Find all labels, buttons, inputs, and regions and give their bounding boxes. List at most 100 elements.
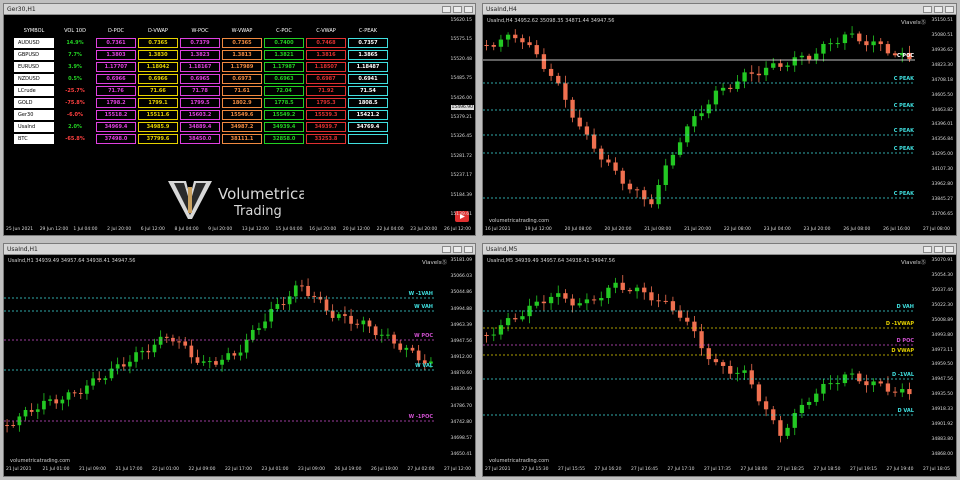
time-label: 27 Jul 02:00 [407, 467, 435, 472]
symbol-cell[interactable]: UsaInd [14, 122, 54, 132]
level-label: C PEAK [893, 76, 914, 82]
candle [410, 347, 415, 351]
candle [330, 310, 335, 318]
price-label: 35037.40 [931, 287, 953, 293]
chart-area[interactable]: SYMBOL VOL 10D D-POC D-VWAP W-POC W-VWAP C-POC… [4, 15, 475, 235]
level-cell: 0.6963 [264, 74, 304, 84]
candle [763, 67, 769, 76]
time-label: 27 Jul 08:00 [923, 227, 950, 232]
chart-area[interactable]: UsaInd,H1 34939.49 34957.64 34938.41 349… [4, 255, 475, 476]
candle [835, 43, 840, 45]
window-titlebar[interactable]: UsaInd,H4 [483, 4, 956, 15]
minimize-button[interactable] [442, 5, 451, 13]
time-label: 27 Jul 16:20 [594, 467, 622, 472]
candle [207, 361, 212, 363]
time-label: 22 Jul 09:00 [188, 467, 216, 472]
table-header: D-POC [107, 27, 125, 34]
candle [520, 38, 525, 43]
time-label: 27 Jul 17:35 [704, 467, 731, 472]
candle [663, 165, 668, 185]
price-label: 34742.80 [450, 419, 472, 425]
candle [513, 34, 518, 39]
candle [238, 352, 243, 356]
level-cell: 1802.9 [222, 98, 262, 108]
candle [857, 33, 862, 42]
time-label: 23 Jul 20:00 [410, 227, 438, 232]
time-label: 27 Jul 18:50 [813, 467, 841, 472]
minimize-button[interactable] [923, 245, 932, 253]
candle [195, 357, 200, 363]
level-cell: 38111.1 [222, 134, 262, 144]
table-row: AUDUSD 14.9% 0.7361 0.7365 0.7379 0.7365 0.740… [14, 38, 388, 48]
window-titlebar[interactable]: UsaInd,H1 [4, 244, 475, 255]
volume-cell: -25.7% [65, 88, 85, 94]
chart-window-usaind-h4[interactable]: UsaInd,H4 UsaInd,H4 34952.62 35098.35 34… [482, 3, 957, 236]
level-cell: 1.18487 [348, 62, 388, 72]
level-cell: 37799.6 [138, 134, 178, 144]
candle [548, 68, 554, 76]
symbol-cell[interactable]: EURUSD [14, 62, 54, 72]
current-price-tag: 15496.90 [450, 105, 474, 110]
symbol-cell[interactable]: NZDUSD [14, 74, 54, 84]
minimize-button[interactable] [923, 5, 932, 13]
price-label: 15326.45 [450, 134, 472, 140]
candle [849, 33, 855, 35]
candlestick-chart[interactable] [483, 255, 915, 465]
price-label: 34973.11 [931, 347, 953, 353]
chart-area[interactable]: UsaInd,H4 34952.62 35098.35 34871.44 349… [483, 15, 956, 235]
candle [634, 287, 640, 292]
candle [287, 296, 292, 305]
close-button[interactable] [464, 245, 473, 253]
price-label: 34935.50 [931, 392, 953, 398]
candle [642, 287, 647, 293]
price-label: 15139.61 [450, 212, 472, 217]
chart-window-usaind-h1[interactable]: UsaInd,H1 UsaInd,H1 34939.49 34957.64 34… [3, 243, 476, 477]
close-button[interactable] [464, 5, 473, 13]
symbol-cell[interactable]: BTC [14, 134, 54, 144]
table-row: BTC -65.8% 37498.0 37799.6 38450.0 38111.1 328… [14, 134, 388, 144]
level-label: W VAL [415, 363, 433, 369]
maximize-button[interactable] [934, 245, 943, 253]
window-titlebar[interactable]: Ger30,H1 [4, 4, 475, 15]
candle [713, 359, 719, 363]
symbol-cell[interactable]: LCrude [14, 86, 54, 96]
viavels-label: ViavelsⓈ [901, 20, 927, 26]
candlestick-chart[interactable] [483, 15, 915, 225]
candle [821, 43, 826, 54]
price-label: 34947.56 [450, 338, 472, 344]
table-row: NZDUSD 0.5% 0.6966 0.6966 0.6965 0.6973 0.6963… [14, 74, 388, 84]
symbol-cell[interactable]: GBPUSD [14, 50, 54, 60]
candle [275, 304, 280, 309]
close-button[interactable] [945, 245, 954, 253]
candle [152, 344, 157, 353]
chart-window-usaind-m5[interactable]: UsaInd,M5 UsaInd,M5 34939.49 34957.64 34… [482, 243, 957, 477]
maximize-button[interactable] [934, 5, 943, 13]
candle [814, 393, 819, 402]
price-label: 15281.72 [450, 153, 472, 159]
price-label: 35150.51 [931, 18, 953, 23]
candle [699, 331, 704, 349]
price-label: 15237.17 [450, 173, 472, 179]
minimize-button[interactable] [442, 245, 451, 253]
chart-area[interactable]: UsaInd,M5 34939.49 34957.64 34938.41 349… [483, 255, 956, 476]
symbol-cell[interactable]: Ger30 [14, 110, 54, 120]
maximize-button[interactable] [453, 5, 462, 13]
candle [613, 282, 618, 288]
level-label: D -1VWAP [885, 321, 914, 327]
maximize-button[interactable] [453, 245, 462, 253]
candle [66, 392, 71, 400]
close-button[interactable] [945, 5, 954, 13]
symbol-cell[interactable]: GOLD [14, 98, 54, 108]
candle [627, 289, 633, 292]
candle [548, 296, 554, 304]
price-label: 34107.30 [931, 167, 953, 173]
candlestick-chart[interactable] [4, 255, 436, 465]
symbol-cell[interactable]: AUDUSD [14, 38, 54, 48]
candle [634, 189, 640, 191]
level-label: W -1VAH [408, 291, 433, 297]
candle [878, 381, 883, 384]
candle [735, 372, 740, 374]
chart-window-ger30[interactable]: Ger30,H1 SYMBOL VOL 10D D-POC D-VWAP W-POC W-… [3, 3, 476, 236]
window-titlebar[interactable]: UsaInd,M5 [483, 244, 956, 255]
time-label: 21 Jul 08:00 [644, 227, 672, 232]
